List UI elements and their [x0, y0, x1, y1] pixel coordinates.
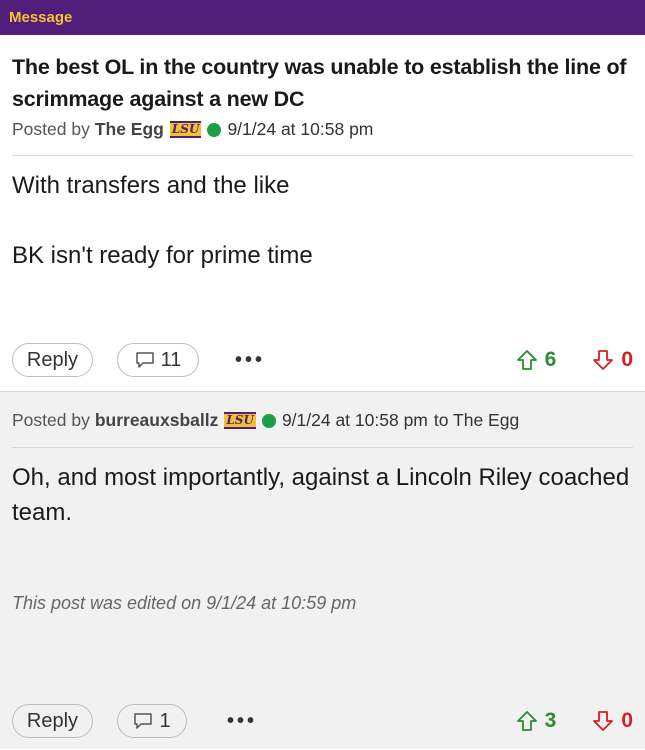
edited-note: This post was edited on 9/1/24 at 10:59 … [12, 593, 357, 613]
more-options-button[interactable]: ••• [227, 710, 257, 733]
original-post: The best OL in the country was unable to… [0, 35, 645, 391]
reply-to-link[interactable]: to The Egg [434, 410, 519, 431]
posted-by-label: Posted by [12, 410, 90, 430]
author-link[interactable]: The Egg [95, 119, 164, 140]
downvote-count: 0 [621, 709, 633, 732]
reply-button[interactable]: Reply [12, 704, 93, 738]
posted-by-label: Posted by [12, 119, 90, 139]
reply-post: Posted by burreauxsballz LSU 9/1/24 at 1… [0, 391, 645, 749]
downvote-count: 0 [621, 348, 633, 371]
online-status-icon [261, 413, 276, 428]
comments-button[interactable]: 11 [117, 343, 199, 377]
post-meta: Posted by The Egg LSU 9/1/24 at 10:58 pm [12, 119, 633, 140]
upvote-arrow-icon [516, 350, 537, 370]
online-status-icon [207, 122, 222, 137]
post-actions: Reply 1 ••• 3 0 [12, 702, 633, 740]
lsu-badge-icon: LSU [169, 121, 202, 138]
lsu-badge-icon: LSU [224, 412, 256, 429]
divider [12, 155, 633, 156]
post-body-line: With transfers and the like [12, 172, 290, 199]
author-link[interactable]: burreauxsballz [95, 410, 219, 431]
message-header: Message [0, 0, 645, 35]
downvote-arrow-icon [593, 350, 614, 370]
upvote-arrow-icon [516, 711, 537, 731]
downvote-arrow-icon [593, 711, 614, 731]
post-body-line: BK isn't ready for prime time [12, 242, 313, 269]
reply-button[interactable]: Reply [12, 343, 93, 377]
upvote-count: 3 [544, 709, 557, 732]
comment-icon [134, 713, 153, 729]
upvote-count: 6 [544, 348, 557, 371]
comment-count: 1 [159, 709, 171, 732]
comments-button[interactable]: 1 [117, 704, 187, 738]
more-options-button[interactable]: ••• [235, 349, 265, 372]
downvote-button[interactable]: 0 [592, 709, 633, 733]
post-timestamp: 9/1/24 at 10:58 pm [227, 119, 374, 139]
thread-title: The best OL in the country was unable to… [12, 55, 627, 111]
post-meta: Posted by burreauxsballz LSU 9/1/24 at 1… [12, 392, 633, 431]
downvote-button[interactable]: 0 [592, 348, 633, 372]
comment-icon [135, 352, 154, 368]
upvote-button[interactable]: 3 [516, 709, 557, 733]
header-label: Message [9, 9, 73, 26]
post-timestamp: 9/1/24 at 10:58 pm [281, 410, 428, 430]
comment-count: 11 [160, 348, 182, 371]
post-body: Oh, and most importantly, against a Linc… [12, 464, 630, 526]
post-body: With transfers and the like BK isn't rea… [12, 168, 633, 273]
upvote-button[interactable]: 6 [516, 348, 557, 372]
divider [12, 447, 633, 448]
post-actions: Reply 11 ••• 6 0 [12, 341, 633, 379]
